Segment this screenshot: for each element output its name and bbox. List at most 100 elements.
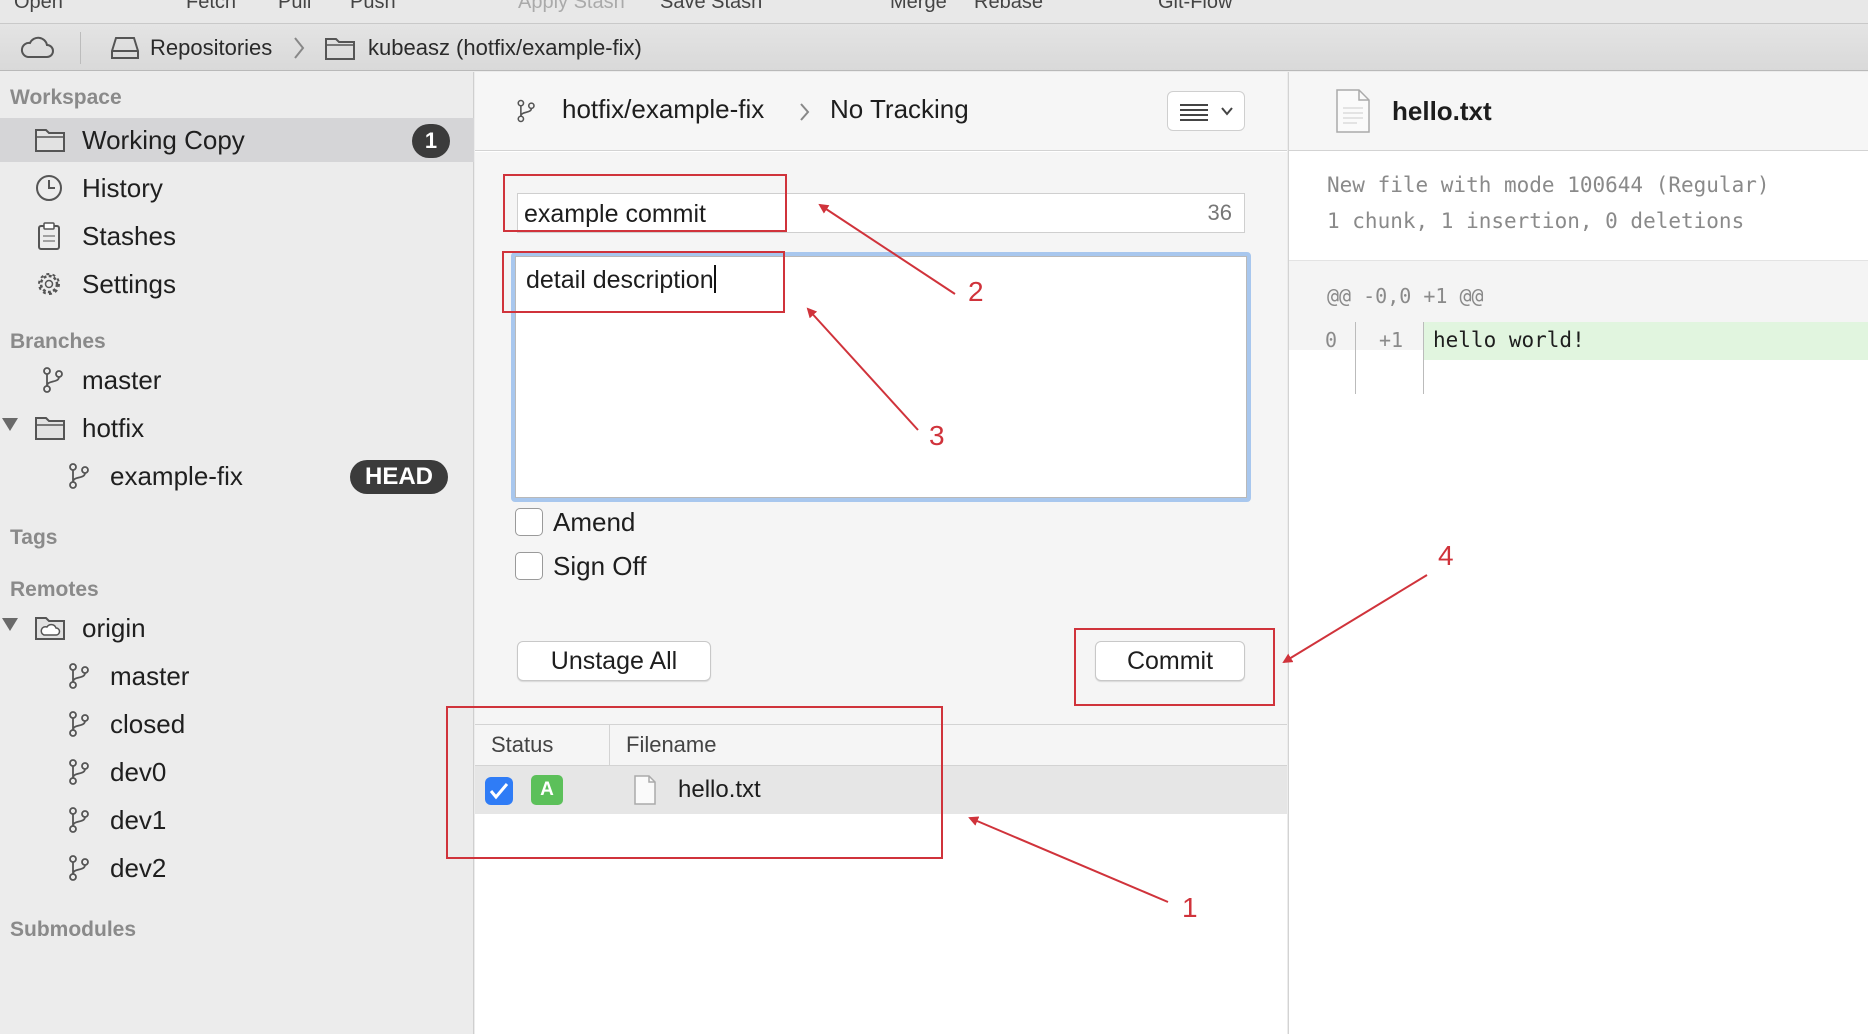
gear-icon xyxy=(38,273,60,295)
sidebar-item-label: master xyxy=(82,365,162,395)
diff-line-text: hello world! xyxy=(1433,328,1585,352)
gutter-divider xyxy=(1355,322,1356,394)
branch-icon xyxy=(69,759,89,785)
branch-icon xyxy=(69,807,89,833)
text-file-icon xyxy=(1336,89,1370,133)
main-toolbar: Open Fetch Pull Push Apply Stash Save St… xyxy=(0,0,1868,24)
clipboard-icon xyxy=(38,222,60,250)
change-count-badge: 1 xyxy=(412,124,450,158)
toolbar-rebase-button[interactable]: Rebase xyxy=(974,0,1043,14)
toolbar-merge-button[interactable]: Merge xyxy=(890,0,947,14)
unstage-all-button[interactable]: Unstage All xyxy=(517,641,711,681)
annotation-box-commit xyxy=(1074,628,1275,706)
options-menu-button[interactable] xyxy=(1167,91,1245,131)
breadcrumb-repositories-label: Repositories xyxy=(150,34,273,60)
clock-icon xyxy=(36,175,62,201)
annotation-box-staged-files xyxy=(446,706,943,859)
disclosure-triangle-icon[interactable] xyxy=(2,618,18,631)
toolbar-push-button[interactable]: Push xyxy=(350,0,396,14)
summary-char-count: 36 xyxy=(1207,200,1232,225)
sidebar-item-label: Settings xyxy=(82,269,176,299)
tracking-label[interactable]: No Tracking xyxy=(830,94,969,125)
sidebar-item-label: dev1 xyxy=(110,805,167,835)
new-line-number: +1 xyxy=(1379,328,1404,352)
toolbar-open-button[interactable]: Open xyxy=(14,0,63,14)
branch-icon xyxy=(69,711,89,737)
sidebar: Workspace Working Copy 1 History Stashes… xyxy=(0,72,474,1034)
disclosure-triangle-icon[interactable] xyxy=(2,418,18,431)
sidebar-item-stashes[interactable]: Stashes xyxy=(0,214,474,258)
branch-icon xyxy=(517,99,535,123)
chevron-down-icon xyxy=(1221,107,1233,116)
sidebar-item-remote-branch[interactable]: closed xyxy=(0,702,474,746)
drive-icon xyxy=(111,36,139,59)
breadcrumb-repositories[interactable]: Repositories xyxy=(110,24,272,71)
diff-mode-info: New file with mode 100644 (Regular) xyxy=(1327,173,1770,197)
sidebar-item-remote-branch[interactable]: master xyxy=(0,654,474,698)
sidebar-item-folder-hotfix[interactable]: hotfix xyxy=(0,406,474,450)
sidebar-item-remote-branch[interactable]: dev0 xyxy=(0,750,474,794)
annotation-number-4: 4 xyxy=(1438,540,1454,571)
sidebar-item-label: hotfix xyxy=(82,413,145,443)
toolbar-pull-button[interactable]: Pull xyxy=(278,0,311,14)
diff-filename: hello.txt xyxy=(1392,96,1492,126)
sidebar-item-label: Working Copy xyxy=(82,125,245,155)
branch-icon xyxy=(69,855,89,881)
sidebar-item-label: dev2 xyxy=(110,853,167,883)
section-header-tags[interactable]: Tags xyxy=(10,526,57,550)
sidebar-item-remote-origin[interactable]: origin xyxy=(0,606,474,650)
sidebar-item-history[interactable]: History xyxy=(0,166,474,210)
annotation-box-summary xyxy=(503,174,787,232)
section-header-workspace: Workspace xyxy=(10,86,122,109)
old-line-number: 0 xyxy=(1325,328,1338,352)
diff-panel-header: hello.txt xyxy=(1289,72,1868,151)
breadcrumb-repo[interactable]: kubeasz (hotfix/example-fix) xyxy=(324,24,642,71)
sidebar-item-label: closed xyxy=(110,709,186,739)
diff-stats: 1 chunk, 1 insertion, 0 deletions xyxy=(1327,209,1745,233)
commit-panel-header: hotfix/example-fix No Tracking xyxy=(475,72,1287,151)
section-header-submodules[interactable]: Submodules xyxy=(10,918,136,942)
toolbar-divider xyxy=(80,32,81,64)
sidebar-item-settings[interactable]: Settings xyxy=(0,262,474,306)
folder-icon xyxy=(35,417,65,440)
chevron-right-icon xyxy=(294,37,305,59)
toolbar-fetch-button[interactable]: Fetch xyxy=(186,0,236,14)
branch-icon xyxy=(43,367,63,393)
sidebar-item-label: History xyxy=(82,173,163,203)
branch-icon xyxy=(69,663,89,689)
gutter-divider xyxy=(1423,322,1424,394)
toolbar-gitflow-button[interactable]: Git-Flow xyxy=(1158,0,1232,14)
sidebar-item-label: master xyxy=(110,661,190,691)
folder-icon xyxy=(35,129,65,152)
sidebar-item-remote-branch[interactable]: dev1 xyxy=(0,798,474,842)
annotation-number-2: 2 xyxy=(968,276,984,307)
cloud-icon[interactable] xyxy=(20,24,54,71)
diff-panel: hello.txt New file with mode 100644 (Reg… xyxy=(1288,72,1868,1034)
signoff-checkbox[interactable] xyxy=(515,552,543,580)
sidebar-item-label: dev0 xyxy=(110,757,167,787)
annotation-number-1: 1 xyxy=(1182,892,1198,923)
sidebar-item-label: origin xyxy=(82,613,146,643)
branch-icon xyxy=(69,463,89,489)
annotation-number-3: 3 xyxy=(929,420,945,451)
signoff-label[interactable]: Sign Off xyxy=(553,551,646,582)
section-header-remotes: Remotes xyxy=(10,578,99,601)
section-header-branches: Branches xyxy=(10,330,106,353)
sidebar-item-branch-master[interactable]: master xyxy=(0,358,474,402)
folder-icon xyxy=(325,37,355,60)
breadcrumb: Repositories kubeasz (hotfix/example-fix… xyxy=(0,24,1868,71)
amend-checkbox[interactable] xyxy=(515,508,543,536)
breadcrumb-repo-label: kubeasz (hotfix/example-fix) xyxy=(368,34,642,60)
toolbar-apply-stash-button[interactable]: Apply Stash xyxy=(518,0,625,14)
list-icon xyxy=(1180,104,1208,121)
head-badge: HEAD xyxy=(350,460,448,494)
sidebar-item-remote-branch[interactable]: dev2 xyxy=(0,846,474,890)
sidebar-item-working-copy[interactable]: Working Copy 1 xyxy=(0,118,474,162)
annotation-box-description xyxy=(502,251,785,313)
sidebar-item-label: Stashes xyxy=(82,221,176,251)
sidebar-item-label: example-fix xyxy=(110,461,243,491)
sidebar-item-branch-example-fix[interactable]: example-fix HEAD xyxy=(0,454,474,498)
amend-label[interactable]: Amend xyxy=(553,507,635,538)
hunk-header: @@ -0,0 +1 @@ xyxy=(1327,284,1484,308)
toolbar-save-stash-button[interactable]: Save Stash xyxy=(660,0,762,14)
